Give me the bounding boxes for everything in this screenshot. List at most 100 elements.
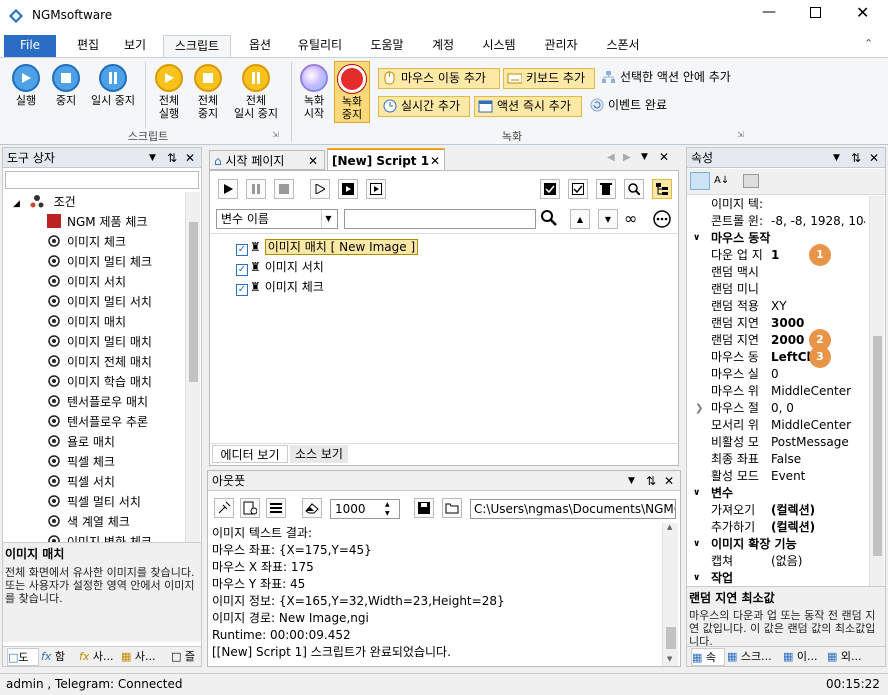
- step-over-button[interactable]: [366, 179, 386, 199]
- toolbox-item[interactable]: 이미지 멀티 서치: [47, 292, 152, 312]
- toolbox-item[interactable]: 이미지 체크: [47, 232, 126, 252]
- dropdown-icon[interactable]: ▼: [628, 471, 635, 491]
- property-row[interactable]: 랜덤 적용 XY: [687, 298, 865, 315]
- variable-search-input[interactable]: [344, 209, 536, 229]
- step-play-button[interactable]: [310, 179, 330, 199]
- tab-images[interactable]: ▦ 이...: [783, 648, 825, 666]
- delete-button[interactable]: [596, 179, 616, 199]
- tab-view[interactable]: 보기: [116, 35, 154, 58]
- save-button[interactable]: [414, 498, 434, 518]
- property-row[interactable]: 랜덤 지연 3000: [687, 315, 865, 332]
- eraser-button[interactable]: [302, 498, 322, 518]
- property-value[interactable]: (컬렉션): [771, 502, 865, 519]
- find-button[interactable]: [624, 179, 644, 199]
- collapse-icon[interactable]: ∨: [693, 230, 700, 247]
- property-value[interactable]: 0: [771, 366, 865, 383]
- dropdown-icon[interactable]: ▼: [833, 148, 840, 168]
- toolbox-item[interactable]: 이미지 멀티 매치: [47, 332, 152, 352]
- tab-system[interactable]: 시스템: [474, 35, 524, 58]
- property-category[interactable]: ∨ 작업: [687, 570, 865, 586]
- tab-account[interactable]: 계정: [424, 35, 462, 58]
- tab-sponsor[interactable]: 스폰서: [598, 35, 648, 58]
- check-all-button[interactable]: [540, 179, 560, 199]
- scroll-down-icon[interactable]: ▼: [667, 655, 672, 663]
- collapse-icon[interactable]: ∨: [693, 570, 700, 586]
- tab-help[interactable]: 도움말: [362, 35, 412, 58]
- clean-button[interactable]: [214, 498, 234, 518]
- pause-button[interactable]: 일시 중지: [86, 64, 140, 107]
- property-value[interactable]: -8, -8, 1928, 1048: [771, 213, 865, 230]
- script-node[interactable]: ✓ ♜ 이미지 매치 [ New Image ]: [236, 237, 419, 257]
- play-button[interactable]: [218, 179, 238, 199]
- tab-start-page[interactable]: ⌂ 시작 페이지 ✕: [209, 150, 325, 170]
- pause-all-button[interactable]: 전체 일시 중지: [228, 64, 284, 120]
- checkbox-checked-icon[interactable]: ✓: [236, 264, 248, 276]
- property-category[interactable]: ∨ 이미지 확장 기능: [687, 536, 865, 553]
- toolbox-item[interactable]: 이미지 변화 체크: [47, 532, 152, 542]
- stop-all-button[interactable]: 전체 중지: [190, 64, 226, 120]
- expand-icon[interactable]: ❯: [695, 400, 703, 417]
- property-row[interactable]: 추가하기 (컬렉션): [687, 519, 865, 536]
- property-value[interactable]: (없음): [771, 553, 865, 570]
- property-row[interactable]: 마우스 실 0: [687, 366, 865, 383]
- group-launcher-icon[interactable]: ⇲: [272, 130, 279, 139]
- toolbox-item[interactable]: 이미지 멀티 체크: [47, 252, 152, 272]
- tab-properties[interactable]: ▦ 속: [691, 648, 725, 666]
- event-done-button[interactable]: 이벤트 완료: [586, 96, 686, 117]
- collapse-ribbon-icon[interactable]: ⌃: [864, 37, 873, 50]
- property-value[interactable]: XY: [771, 298, 865, 315]
- stepper-arrows-icon[interactable]: ▲ ▼: [385, 500, 390, 518]
- tab-right-icon[interactable]: ▶: [623, 152, 631, 163]
- file-tab[interactable]: File: [4, 35, 56, 58]
- toolbox-item[interactable]: 텐서플로우 매치: [47, 392, 148, 412]
- property-pages-icon[interactable]: [743, 174, 759, 188]
- toolbox-item[interactable]: 픽셀 체크: [47, 452, 115, 472]
- property-row[interactable]: 마우스 위 MiddleCenter: [687, 383, 865, 400]
- collapse-icon[interactable]: ∨: [693, 536, 700, 553]
- group-launcher-icon[interactable]: ⇲: [737, 130, 744, 139]
- property-row[interactable]: 다운 업 지 1: [687, 247, 865, 264]
- tab-options[interactable]: 옵션: [242, 35, 278, 58]
- tab-utility[interactable]: 유틸리티: [290, 35, 350, 58]
- script-node[interactable]: ✓ ♜ 이미지 서치: [236, 257, 324, 277]
- property-value[interactable]: Event: [771, 468, 865, 485]
- tab-list-icon[interactable]: ▼: [641, 152, 648, 162]
- stop-button[interactable]: 중지: [48, 64, 84, 107]
- tab-toolbox[interactable]: □도: [7, 648, 39, 666]
- close-button[interactable]: ✕: [856, 3, 869, 22]
- scroll-thumb[interactable]: [666, 627, 676, 649]
- dropdown-icon[interactable]: ▼: [149, 148, 156, 168]
- add-action-now-button[interactable]: 액션 즉시 추가: [474, 96, 582, 117]
- more-icon[interactable]: [652, 209, 672, 229]
- infinity-icon[interactable]: ∞: [624, 209, 646, 229]
- close-icon[interactable]: ✕: [659, 150, 669, 164]
- property-value[interactable]: MiddleCenter: [771, 417, 865, 434]
- maximize-button[interactable]: [810, 7, 821, 18]
- tab-functions[interactable]: fx 함: [41, 648, 77, 666]
- property-row[interactable]: 최종 좌표 False: [687, 451, 865, 468]
- close-icon[interactable]: ✕: [664, 471, 674, 491]
- run-button[interactable]: 실행: [8, 64, 44, 107]
- line-count-stepper[interactable]: 1000 ▲ ▼: [330, 499, 400, 519]
- property-row[interactable]: 비활성 모 PostMessage: [687, 434, 865, 451]
- property-row[interactable]: 랜덤 지연 2000: [687, 332, 865, 349]
- pin-icon[interactable]: ⇅: [851, 148, 861, 168]
- tab-script-1[interactable]: [New] Script 1 ✕: [327, 148, 445, 171]
- close-icon[interactable]: ✕: [869, 148, 879, 168]
- toolbox-search-input[interactable]: [5, 171, 199, 189]
- toolbox-item[interactable]: 색 계열 체크: [47, 512, 130, 532]
- close-tab-icon[interactable]: ✕: [308, 151, 318, 171]
- toolbox-item[interactable]: 이미지 서치: [47, 272, 126, 292]
- step-into-button[interactable]: [338, 179, 358, 199]
- record-start-button[interactable]: 녹화 시작: [296, 64, 332, 120]
- pause-button[interactable]: [246, 179, 266, 199]
- move-up-button[interactable]: ▲: [570, 209, 590, 229]
- minimize-button[interactable]: —: [762, 4, 776, 20]
- check-button[interactable]: [568, 179, 588, 199]
- tree-view-button[interactable]: [652, 179, 672, 199]
- tab-admin[interactable]: 관리자: [535, 35, 587, 58]
- open-folder-button[interactable]: [442, 498, 462, 518]
- collapse-icon[interactable]: ∨: [693, 485, 700, 502]
- source-view-tab[interactable]: 소스 보기: [290, 445, 348, 463]
- tab-external[interactable]: ▦ 외...: [827, 648, 883, 666]
